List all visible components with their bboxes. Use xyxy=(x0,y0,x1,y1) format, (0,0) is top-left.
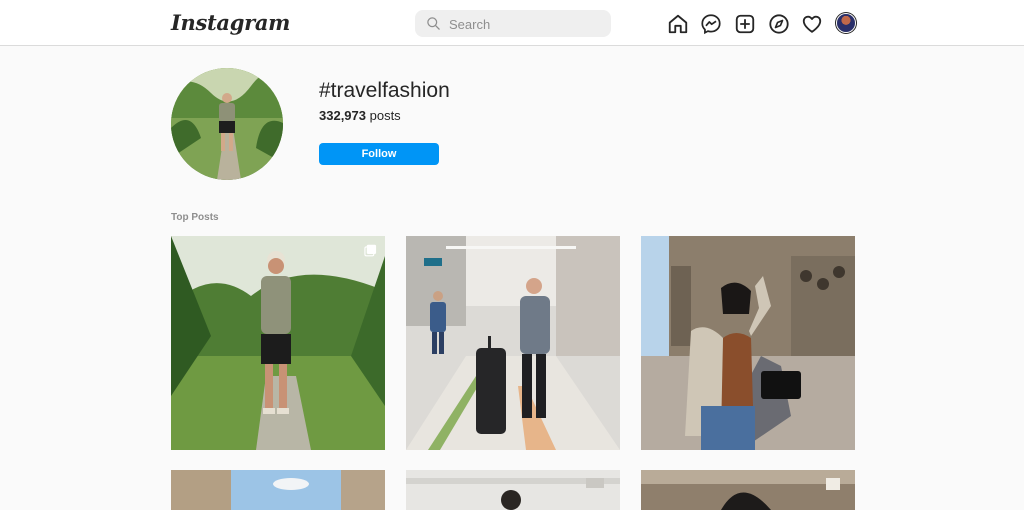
profile-avatar[interactable] xyxy=(837,14,855,32)
post-thumbnail-5[interactable] xyxy=(406,470,620,510)
post-count-number: 332,973 xyxy=(319,108,366,123)
multiple-photos-icon xyxy=(364,244,377,257)
new-post-icon[interactable] xyxy=(734,13,756,35)
messenger-icon[interactable] xyxy=(700,13,722,35)
post-thumbnail-1[interactable] xyxy=(171,236,385,450)
search-box[interactable] xyxy=(415,10,611,37)
hashtag-title: #travelfashion xyxy=(319,79,450,102)
top-navigation-bar: Instagram xyxy=(0,0,1024,46)
post-thumbnail-6[interactable] xyxy=(641,470,855,510)
search-icon xyxy=(427,17,440,30)
top-posts-heading: Top Posts xyxy=(171,212,219,223)
activity-heart-icon[interactable] xyxy=(801,13,823,35)
hashtag-profile-image xyxy=(171,68,283,180)
post-thumbnail-2[interactable] xyxy=(406,236,620,450)
post-thumbnail-3[interactable] xyxy=(641,236,855,450)
home-icon[interactable] xyxy=(667,13,689,35)
search-input[interactable] xyxy=(447,14,601,35)
post-count-suffix: posts xyxy=(366,108,401,123)
post-count: 332,973 posts xyxy=(319,108,401,123)
explore-icon[interactable] xyxy=(768,13,790,35)
post-thumbnail-4[interactable] xyxy=(171,470,385,510)
follow-button[interactable]: Follow xyxy=(319,143,439,165)
instagram-logo[interactable]: Instagram xyxy=(171,10,290,35)
